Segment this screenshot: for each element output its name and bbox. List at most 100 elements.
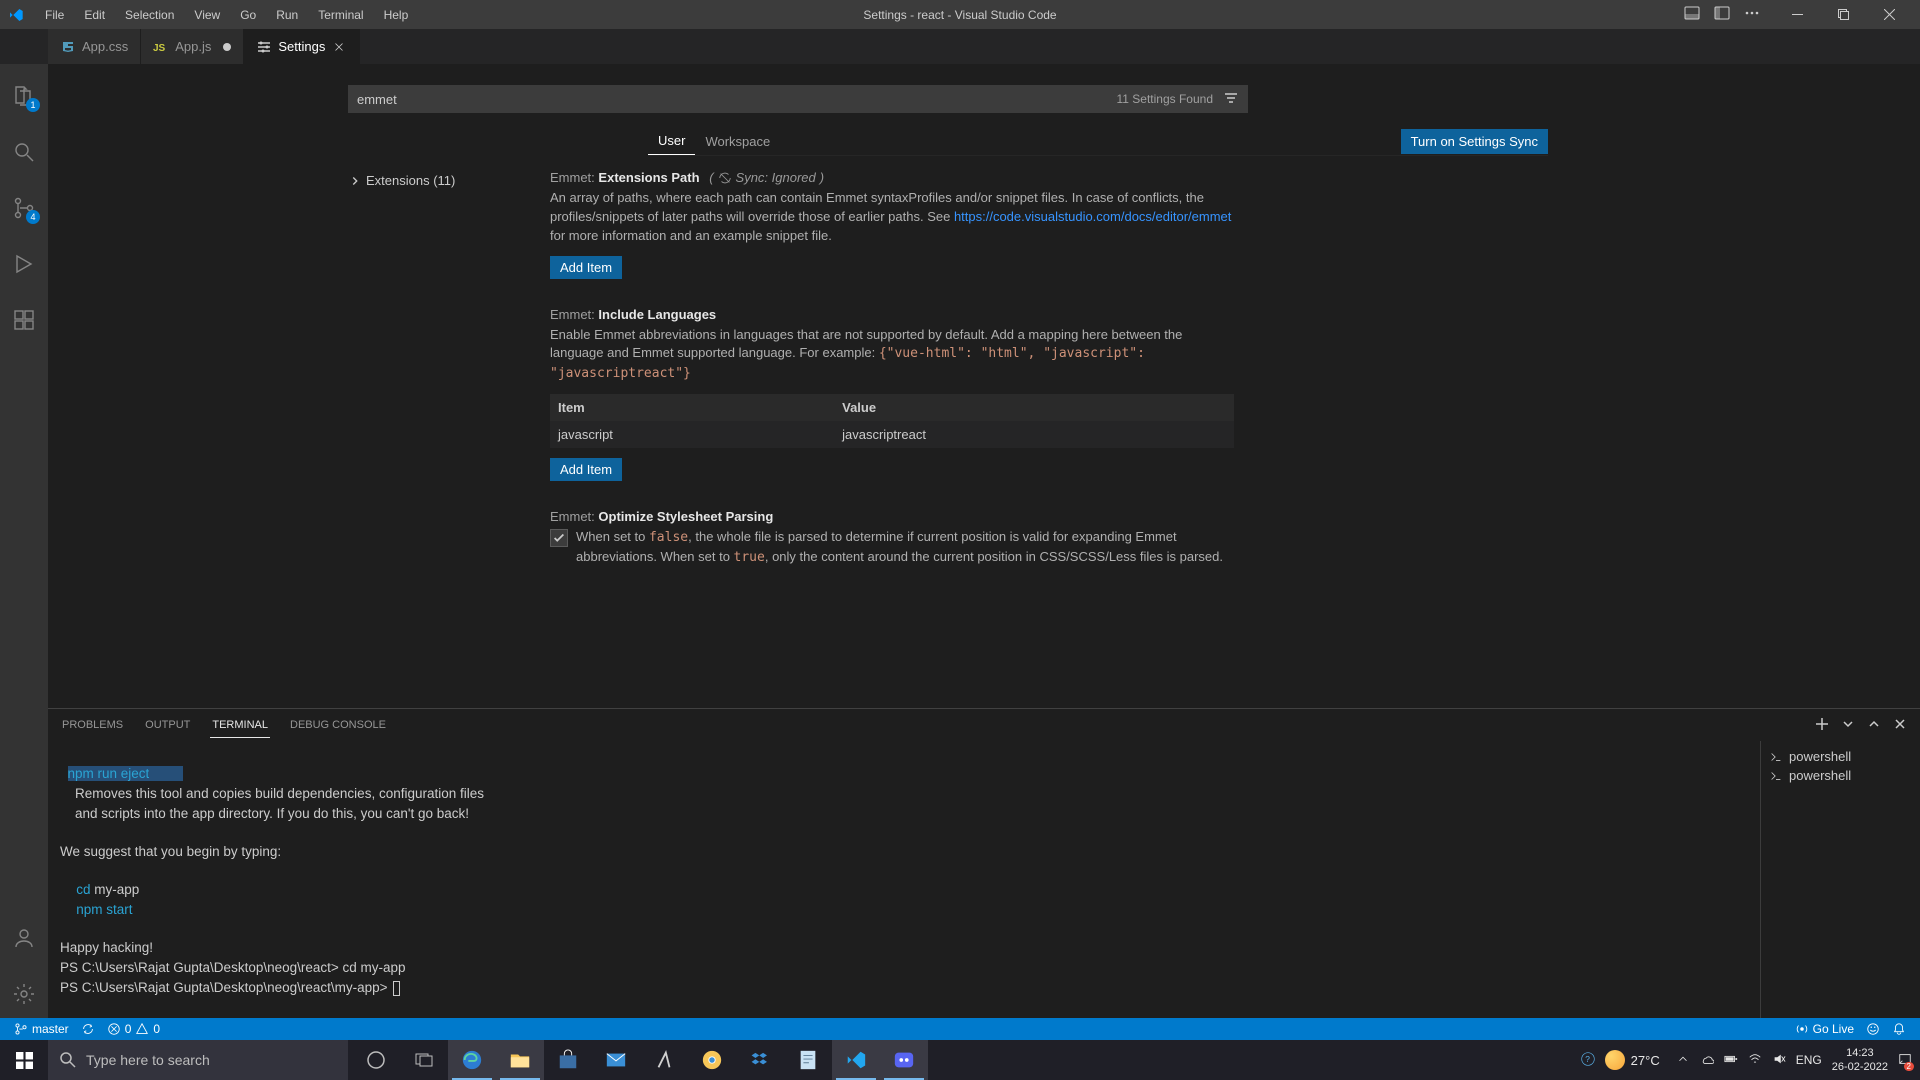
status-feedback[interactable]	[1860, 1018, 1886, 1040]
setting-emmet-optimize-stylesheet: Emmet: Optimize Stylesheet Parsing When …	[548, 495, 1234, 582]
task-notepad[interactable]	[784, 1040, 832, 1080]
activity-extensions[interactable]	[0, 296, 48, 344]
menu-go[interactable]: Go	[231, 4, 265, 26]
svg-text:?: ?	[1585, 1053, 1590, 1063]
add-item-button[interactable]: Add Item	[550, 458, 622, 481]
toggle-panel-icon[interactable]	[1678, 1, 1706, 28]
activity-explorer[interactable]: 1	[0, 72, 48, 120]
sync-icon	[81, 1022, 95, 1036]
tray-wifi-icon[interactable]	[1748, 1052, 1762, 1069]
panel-tab-problems[interactable]: PROBLEMS	[60, 713, 125, 737]
maximize-icon[interactable]	[1820, 0, 1866, 29]
activity-account[interactable]	[0, 914, 48, 962]
search-icon	[60, 1052, 76, 1068]
settings-filter-icon[interactable]	[1223, 90, 1239, 109]
table-row[interactable]: javascript javascriptreact	[550, 421, 1234, 448]
settings-sync-button[interactable]: Turn on Settings Sync	[1401, 129, 1548, 154]
status-bell[interactable]	[1886, 1018, 1912, 1040]
menu-view[interactable]: View	[185, 4, 229, 26]
tray-onedrive-icon[interactable]	[1700, 1052, 1714, 1069]
activity-settings[interactable]	[0, 970, 48, 1018]
tray-weather[interactable]: 27°C	[1605, 1050, 1660, 1070]
sync-icon	[718, 171, 732, 185]
add-item-button[interactable]: Add Item	[550, 256, 622, 279]
editor-tabs: App.css JS App.js Settings	[0, 29, 1920, 64]
taskbar-search-placeholder: Type here to search	[86, 1052, 210, 1068]
task-app[interactable]	[640, 1040, 688, 1080]
activity-search[interactable]	[0, 128, 48, 176]
emmet-docs-link[interactable]: https://code.visualstudio.com/docs/edito…	[954, 209, 1231, 224]
task-cortana[interactable]	[352, 1040, 400, 1080]
bell-icon	[1892, 1022, 1906, 1036]
task-store[interactable]	[544, 1040, 592, 1080]
statusbar: master 0 0 Go Live	[0, 1018, 1920, 1040]
panel-maximize-icon[interactable]	[1866, 716, 1882, 735]
panel-tab-output[interactable]: OUTPUT	[143, 713, 192, 737]
tab-close-icon[interactable]	[331, 39, 347, 55]
include-languages-table: Item Value javascript javascriptreact	[550, 394, 1234, 448]
status-golive[interactable]: Go Live	[1789, 1018, 1860, 1040]
menu-edit[interactable]: Edit	[75, 4, 114, 26]
tab-label: App.js	[175, 39, 211, 54]
tray-lang[interactable]: ENG	[1796, 1053, 1822, 1067]
minimize-icon[interactable]	[1774, 0, 1820, 29]
task-edge[interactable]	[448, 1040, 496, 1080]
taskbar-search[interactable]: Type here to search	[48, 1040, 348, 1080]
tab-app-css[interactable]: App.css	[48, 29, 141, 64]
menubar: File Edit Selection View Go Run Terminal…	[36, 4, 417, 26]
status-branch[interactable]: master	[8, 1018, 75, 1040]
toggle-sidebar-icon[interactable]	[1708, 1, 1736, 28]
tray-notifications-icon[interactable]: 2	[1898, 1052, 1912, 1069]
scm-badge: 4	[26, 210, 40, 224]
task-vscode[interactable]	[832, 1040, 880, 1080]
terminal-dropdown-icon[interactable]	[1840, 716, 1856, 735]
task-chrome[interactable]	[688, 1040, 736, 1080]
tray-volume-icon[interactable]	[1772, 1052, 1786, 1069]
panel-tab-terminal[interactable]: TERMINAL	[210, 713, 270, 738]
menu-file[interactable]: File	[36, 4, 73, 26]
terminal-list-item[interactable]: powershell	[1769, 747, 1912, 766]
task-discord[interactable]	[880, 1040, 928, 1080]
settings-search-input[interactable]	[357, 92, 1116, 107]
activity-scm[interactable]: 4	[0, 184, 48, 232]
panel: PROBLEMS OUTPUT TERMINAL DEBUG CONSOLE n…	[48, 708, 1920, 1018]
explorer-badge: 1	[26, 98, 40, 112]
col-item: Item	[550, 394, 834, 421]
status-sync[interactable]	[75, 1018, 101, 1040]
svg-text:JS: JS	[153, 43, 166, 54]
vscode-icon	[8, 7, 24, 23]
tab-app-js[interactable]: JS App.js	[141, 29, 244, 64]
settings-search[interactable]: 11 Settings Found	[348, 85, 1248, 113]
tray-battery-icon[interactable]	[1724, 1052, 1738, 1069]
terminal-output[interactable]: npm run eject Removes this tool and copi…	[48, 741, 1760, 1018]
tab-settings[interactable]: Settings	[244, 29, 360, 64]
tab-label: App.css	[82, 39, 128, 54]
tray-help-icon[interactable]: ?	[1581, 1052, 1595, 1069]
task-mail[interactable]	[592, 1040, 640, 1080]
panel-close-icon[interactable]	[1892, 716, 1908, 735]
tray-chevron-icon[interactable]	[1676, 1052, 1690, 1069]
settings-results-count: 11 Settings Found	[1116, 92, 1213, 106]
toc-extensions[interactable]: Extensions (11)	[348, 170, 548, 191]
scope-tab-user[interactable]: User	[648, 127, 695, 155]
menu-help[interactable]: Help	[375, 4, 418, 26]
task-explorer[interactable]	[496, 1040, 544, 1080]
setting-emmet-extensions-path: Emmet: Extensions Path ( Sync: Ignored) …	[548, 156, 1234, 293]
panel-tab-debug-console[interactable]: DEBUG CONSOLE	[288, 713, 388, 737]
settings-toc: Extensions (11)	[48, 156, 548, 708]
menu-selection[interactable]: Selection	[116, 4, 183, 26]
tray-clock[interactable]: 14:23 26-02-2022	[1832, 1046, 1888, 1074]
menu-terminal[interactable]: Terminal	[309, 4, 372, 26]
start-button[interactable]	[0, 1040, 48, 1080]
terminal-list-item[interactable]: powershell	[1769, 766, 1912, 785]
terminal-new-icon[interactable]	[1814, 716, 1830, 735]
optimize-checkbox[interactable]	[550, 529, 568, 547]
task-taskview[interactable]	[400, 1040, 448, 1080]
more-icon[interactable]	[1738, 1, 1766, 28]
scope-tab-workspace[interactable]: Workspace	[695, 128, 780, 155]
status-problems[interactable]: 0 0	[101, 1018, 166, 1040]
menu-run[interactable]: Run	[267, 4, 307, 26]
close-icon[interactable]	[1866, 0, 1912, 29]
task-dropbox[interactable]	[736, 1040, 784, 1080]
activity-debug[interactable]	[0, 240, 48, 288]
